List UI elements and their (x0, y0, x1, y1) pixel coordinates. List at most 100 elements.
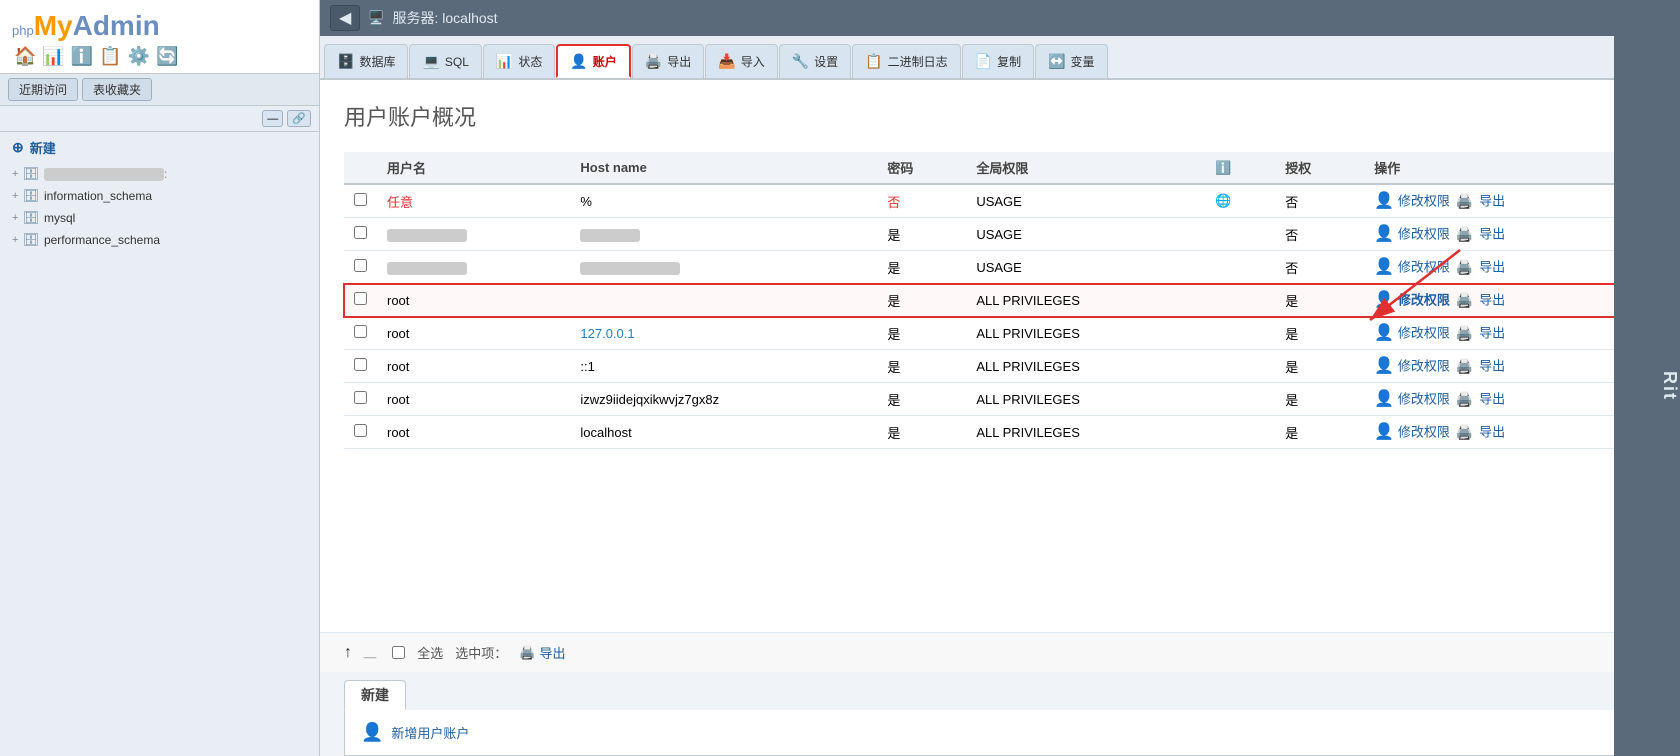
home-icon[interactable]: 🏠 (14, 46, 36, 67)
edit-privileges-link[interactable]: 修改权限 (1398, 260, 1450, 275)
refresh-icon[interactable]: 🔄 (156, 46, 178, 67)
edit-privileges-link[interactable]: 修改权限 (1398, 326, 1450, 341)
add-user-link[interactable]: 新增用户账户 (391, 723, 469, 742)
username: root (377, 350, 570, 383)
edit-privileges-link[interactable]: 修改权限 (1398, 194, 1450, 209)
export-link[interactable]: 导出 (1479, 227, 1505, 242)
collapse-btn[interactable]: — (262, 110, 283, 127)
doc-icon[interactable]: 📋 (99, 46, 121, 67)
tab-sql[interactable]: 💻 SQL (409, 44, 481, 78)
hostname: izwz9iidejqxikwvjz7gx8z (570, 383, 877, 416)
password-status: 是 (877, 317, 966, 350)
row-checkbox[interactable] (354, 292, 367, 305)
tab-accounts[interactable]: 👤 账户 (556, 44, 630, 78)
server-icon: 🖥️ (368, 10, 384, 26)
edit-privileges-link[interactable]: 修改权限 (1398, 359, 1450, 374)
row-checkbox[interactable] (354, 226, 367, 239)
export-icon-btn[interactable]: 🖨️ (1453, 355, 1475, 377)
hostname-blurred (580, 262, 680, 275)
db-mysql[interactable]: + 🗄 mysql (0, 207, 319, 229)
export-icon-btn[interactable]: 🖨️ (1453, 190, 1475, 212)
new-section-tab[interactable]: 新建 (344, 680, 406, 710)
export-icon-btn[interactable]: 🖨️ (1453, 421, 1475, 443)
bookmarks-btn[interactable]: 表收藏夹 (82, 78, 152, 101)
export-link[interactable]: 导出 (1479, 392, 1505, 407)
password-status: 是 (877, 416, 966, 449)
db-performance-schema[interactable]: + 🗄 performance_schema (0, 229, 319, 251)
new-section-content: 👤 新增用户账户 (344, 710, 1656, 756)
info-icon[interactable]: ℹ️ (1215, 160, 1231, 175)
scroll-up-icon[interactable]: ↑ (344, 644, 352, 662)
back-button[interactable]: ◀ (330, 5, 360, 31)
db-blurred-1[interactable]: + 🗄 : (0, 163, 319, 185)
tab-replicate[interactable]: 📄 复制 (962, 44, 1034, 78)
tab-database[interactable]: 🗄️ 数据库 (324, 44, 408, 78)
grant-status: 是 (1275, 350, 1364, 383)
new-database-btn[interactable]: 新建 (0, 132, 319, 163)
export-icon-btn[interactable]: 🖨️ (1453, 388, 1475, 410)
edit-user-icon: 👤 (1374, 193, 1394, 210)
privileges: ALL PRIVILEGES (966, 284, 1205, 317)
gear-icon[interactable]: ⚙️ (128, 46, 150, 67)
db-name: performance_schema (44, 233, 160, 247)
privileges: ALL PRIVILEGES (966, 383, 1205, 416)
db-icon: 🗄 (22, 232, 39, 248)
link-btn[interactable]: 🔗 (287, 110, 311, 127)
tab-status[interactable]: 📊 状态 (483, 44, 555, 78)
edit-user-icon: 👤 (1374, 424, 1394, 441)
col-username: 用户名 (377, 152, 570, 184)
grant-status: 是 (1275, 416, 1364, 449)
export-icon-btn[interactable]: 🖨️ (1453, 322, 1475, 344)
tab-variables[interactable]: ↔️ 变量 (1035, 44, 1107, 78)
info-icon[interactable]: ℹ️ (71, 46, 93, 67)
export-icon-btn[interactable]: 🖨️ (1453, 223, 1475, 245)
export-link[interactable]: 导出 (1479, 425, 1505, 440)
logo: phpMyAdmin (12, 10, 307, 42)
export-link[interactable]: 导出 (1479, 260, 1505, 275)
edit-privileges-link[interactable]: 修改权限 (1398, 392, 1450, 407)
db-information-schema[interactable]: + 🗄 information_schema (0, 185, 319, 207)
grant-status: 是 (1275, 317, 1364, 350)
chart-icon[interactable]: 📊 (42, 46, 64, 67)
export-tab-icon: 🖨️ (645, 53, 662, 70)
export-selected-btn[interactable]: 🖨️ 导出 (519, 643, 565, 662)
select-all-checkbox[interactable] (392, 646, 405, 659)
page-title: 用户账户概况 (344, 100, 1656, 132)
tab-bar: 🗄️ 数据库 💻 SQL 📊 状态 👤 账户 🖨️ 导出 📥 导入 🔧 设置 (320, 36, 1680, 80)
hostname[interactable]: 127.0.0.1 (580, 326, 634, 341)
export-icon-btn[interactable]: 🖨️ (1453, 256, 1475, 278)
tab-import[interactable]: 📥 导入 (705, 44, 777, 78)
table-row: 是 USAGE 否 👤 修改权限 🖨️ 导出 (344, 218, 1656, 251)
recent-visits-btn[interactable]: 近期访问 (8, 78, 78, 101)
expand-icon: + (12, 168, 18, 180)
tab-binary-log[interactable]: 📋 二进制日志 (852, 44, 960, 78)
tab-settings[interactable]: 🔧 设置 (779, 44, 851, 78)
row-checkbox[interactable] (354, 259, 367, 272)
export-link[interactable]: 导出 (1479, 359, 1505, 374)
privileges: USAGE (966, 184, 1205, 218)
export-icon-btn[interactable]: 🖨️ (1453, 289, 1475, 311)
tab-export[interactable]: 🖨️ 导出 (632, 44, 704, 78)
edit-privileges-link[interactable]: 修改权限 (1398, 293, 1450, 308)
hostname: % (570, 184, 877, 218)
row-checkbox[interactable] (354, 391, 367, 404)
bottom-bar: ↑ __ 全选 选中项： 🖨️ 导出 (320, 632, 1680, 672)
row-checkbox[interactable] (354, 193, 367, 206)
db-icon: 🗄 (22, 210, 39, 226)
row-checkbox[interactable] (354, 325, 367, 338)
edit-privileges-link[interactable]: 修改权限 (1398, 425, 1450, 440)
logo-my: My (34, 10, 73, 41)
username: root (377, 317, 570, 350)
export-link[interactable]: 导出 (1479, 326, 1505, 341)
add-user-icon: 👤 (361, 722, 383, 743)
edit-privileges-link[interactable]: 修改权限 (1398, 227, 1450, 242)
row-checkbox[interactable] (354, 424, 367, 437)
row-checkbox[interactable] (354, 358, 367, 371)
row-info-icon[interactable]: 🌐 (1215, 193, 1231, 208)
export-link[interactable]: 导出 (1479, 194, 1505, 209)
expand-icon: + (12, 234, 18, 246)
export-link[interactable]: 导出 (1479, 293, 1505, 308)
grant-status: 是 (1275, 284, 1364, 317)
tab-export-label: 导出 (667, 53, 691, 70)
edit-user-icon: 👤 (1374, 292, 1394, 309)
